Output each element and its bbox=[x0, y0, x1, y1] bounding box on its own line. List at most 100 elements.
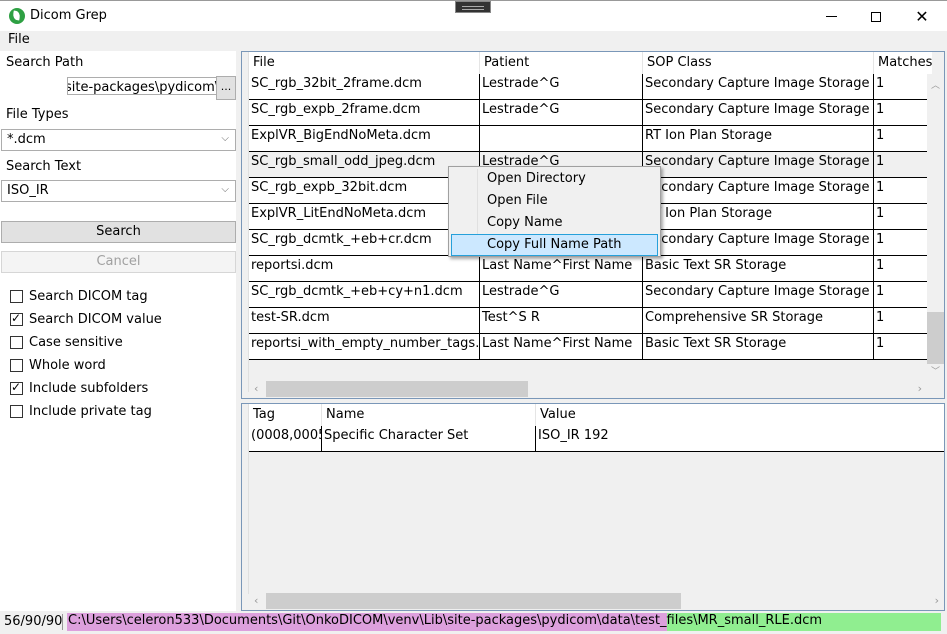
path-relative-file: files\MR_small_RLE.dcm bbox=[666, 613, 941, 631]
table-row[interactable]: SC_rgb_dcmtk_+eb+cy+n1.dcm Lestrade^G Seco… bbox=[249, 282, 932, 308]
chevron-down-icon[interactable]: ⌵ bbox=[221, 133, 229, 144]
chevron-up-icon[interactable]: ︿ bbox=[931, 78, 940, 91]
maximize-button[interactable] bbox=[853, 1, 899, 32]
file-types-label: File Types bbox=[6, 107, 69, 122]
checkbox-icon[interactable] bbox=[10, 358, 23, 372]
column-header-tag[interactable]: Tag bbox=[249, 404, 322, 426]
detail-header: Tag Name Value bbox=[249, 404, 944, 426]
detail-rows: (0008,0005) Specific Character Set ISO_I… bbox=[249, 426, 944, 452]
cell-matches: 1 bbox=[876, 284, 885, 299]
column-header-name[interactable]: Name bbox=[322, 404, 536, 426]
cell-sop-class: Secondary Capture Image Storage bbox=[643, 152, 874, 177]
checkbox-checked-icon[interactable] bbox=[10, 380, 23, 395]
horizontal-scrollbar[interactable]: ‹ › bbox=[249, 381, 927, 398]
option-label: Include subfolders bbox=[29, 380, 149, 396]
vertical-scrollbar[interactable]: ︿ ﹀ bbox=[927, 74, 944, 384]
cell-matches: 1 bbox=[876, 336, 885, 351]
browse-button[interactable]: ... bbox=[216, 76, 236, 100]
close-button[interactable]: ✕ bbox=[899, 1, 945, 32]
column-header-sop-class[interactable]: SOP Class bbox=[643, 52, 874, 74]
cell-file: ExplVR_LitEndNoMeta.dcm bbox=[249, 204, 480, 229]
cell-matches: 1 bbox=[876, 232, 885, 247]
option-case-sensitive[interactable]: Case sensitive bbox=[10, 333, 123, 351]
chevron-down-icon[interactable]: ⌵ bbox=[221, 184, 229, 195]
menu-item-open-file[interactable]: Open File bbox=[451, 190, 658, 212]
search-text-label: Search Text bbox=[6, 159, 82, 174]
column-header-value[interactable]: Value bbox=[536, 404, 944, 426]
minimize-button[interactable] bbox=[808, 1, 854, 32]
column-header-matches[interactable]: Matches bbox=[874, 52, 932, 74]
cell-file: ExplVR_BigEndNoMeta.dcm bbox=[249, 126, 480, 151]
chevron-left-icon[interactable]: ‹ bbox=[254, 382, 258, 395]
status-separator bbox=[62, 614, 63, 630]
table-row[interactable]: reportsi.dcm Last Name^First Name Basic Te… bbox=[249, 256, 932, 282]
cell-matches: 1 bbox=[876, 258, 885, 273]
file-types-combo[interactable]: *.dcm ⌵ bbox=[1, 129, 236, 151]
checkbox-icon[interactable] bbox=[10, 289, 23, 303]
option-label: Search DICOM value bbox=[29, 311, 162, 327]
cell-patient: Last Name^First Name bbox=[480, 256, 643, 281]
menu-file[interactable]: File bbox=[8, 32, 30, 47]
cell-sop-class: Secondary Capture Image Storage bbox=[643, 74, 874, 99]
horizontal-scrollbar[interactable]: ‹ › bbox=[249, 593, 944, 610]
table-row[interactable]: SC_rgb_32bit_2frame.dcm Lestrade^G Seconda… bbox=[249, 74, 932, 100]
results-header: File Patient SOP Class Matches bbox=[249, 52, 932, 74]
search-text-combo[interactable]: ISO_IR ⌵ bbox=[1, 180, 236, 202]
cell-value: ISO_IR 192 bbox=[538, 428, 609, 443]
option-label: Search DICOM tag bbox=[29, 288, 148, 304]
menu-item-copy-full-name-path[interactable]: Copy Full Name Path bbox=[451, 234, 658, 256]
option-include-subfolders[interactable]: Include subfolders bbox=[10, 379, 148, 397]
column-header-patient[interactable]: Patient bbox=[480, 52, 643, 74]
table-row[interactable]: ExplVR_BigEndNoMeta.dcm RT Ion Plan Stora… bbox=[249, 126, 932, 152]
scroll-thumb[interactable] bbox=[266, 593, 681, 609]
cell-sop-class: RT Ion Plan Storage bbox=[643, 204, 874, 229]
drag-handle-icon[interactable] bbox=[455, 1, 491, 13]
scroll-thumb[interactable] bbox=[927, 312, 944, 364]
table-row[interactable]: reportsi_with_empty_number_tags.dcmLast … bbox=[249, 334, 932, 360]
status-bar: 56/90/90 C:\Users\celeron533\Documents\G… bbox=[0, 611, 947, 634]
option-whole-word[interactable]: Whole word bbox=[10, 356, 106, 374]
column-header-file[interactable]: File bbox=[249, 52, 480, 74]
result-count: 56/90/90 bbox=[4, 614, 63, 629]
cell-file: SC_rgb_expb_2frame.dcm bbox=[249, 100, 480, 125]
chevron-right-icon[interactable]: › bbox=[935, 594, 939, 607]
cell-sop-class: Basic Text SR Storage bbox=[643, 256, 874, 281]
cell-patient: Test^S R bbox=[480, 308, 643, 333]
table-row[interactable]: (0008,0005) Specific Character Set ISO_I… bbox=[249, 426, 944, 452]
cell-file: SC_rgb_dcmtk_+eb+cr.dcm bbox=[249, 230, 480, 255]
menu-item-copy-name[interactable]: Copy Name bbox=[451, 212, 658, 234]
context-menu: Open Directory Open File Copy Name Copy … bbox=[448, 166, 661, 257]
chevron-right-icon[interactable]: › bbox=[918, 382, 922, 395]
row-header-column bbox=[242, 52, 249, 392]
checkbox-icon[interactable] bbox=[10, 335, 23, 349]
chevron-left-icon[interactable]: ‹ bbox=[254, 594, 258, 607]
chevron-down-icon[interactable]: ﹀ bbox=[931, 364, 940, 377]
cell-matches: 1 bbox=[876, 128, 885, 143]
cell-patient: Lestrade^G bbox=[480, 74, 643, 99]
cell-sop-class: Basic Text SR Storage bbox=[643, 334, 874, 359]
scroll-thumb[interactable] bbox=[266, 381, 528, 397]
tag-detail-table: Tag Name Value (0008,0005) Specific Char… bbox=[241, 403, 945, 611]
cell-sop-class: Secondary Capture Image Storage bbox=[643, 178, 874, 203]
checkbox-checked-icon[interactable] bbox=[10, 311, 23, 326]
checkbox-icon[interactable] bbox=[10, 404, 23, 418]
app-logo-icon bbox=[9, 8, 25, 24]
cell-name: Specific Character Set bbox=[322, 426, 536, 451]
menu-item-open-directory[interactable]: Open Directory bbox=[451, 168, 658, 190]
search-button[interactable]: Search bbox=[1, 221, 236, 243]
cell-file: SC_rgb_small_odd_jpeg.dcm bbox=[249, 152, 480, 177]
option-label: Include private tag bbox=[29, 403, 152, 419]
cell-tag: (0008,0005) bbox=[249, 426, 322, 451]
maximize-icon bbox=[871, 11, 881, 22]
option-label: Case sensitive bbox=[29, 334, 123, 350]
option-include-private-tag[interactable]: Include private tag bbox=[10, 402, 152, 420]
table-row[interactable]: SC_rgb_expb_2frame.dcm Lestrade^G Secondar… bbox=[249, 100, 932, 126]
table-row[interactable]: test-SR.dcm Test^S R Comprehensive SR Stor… bbox=[249, 308, 932, 334]
minimize-icon bbox=[825, 16, 837, 17]
cell-sop-class: Secondary Capture Image Storage bbox=[643, 282, 874, 307]
option-search-dicom-value[interactable]: Search DICOM value bbox=[10, 310, 162, 328]
cell-patient: Last Name^First Name bbox=[480, 334, 643, 359]
option-search-dicom-tag[interactable]: Search DICOM tag bbox=[10, 287, 148, 305]
cancel-button[interactable]: Cancel bbox=[1, 251, 236, 273]
row-header-column bbox=[242, 404, 249, 594]
